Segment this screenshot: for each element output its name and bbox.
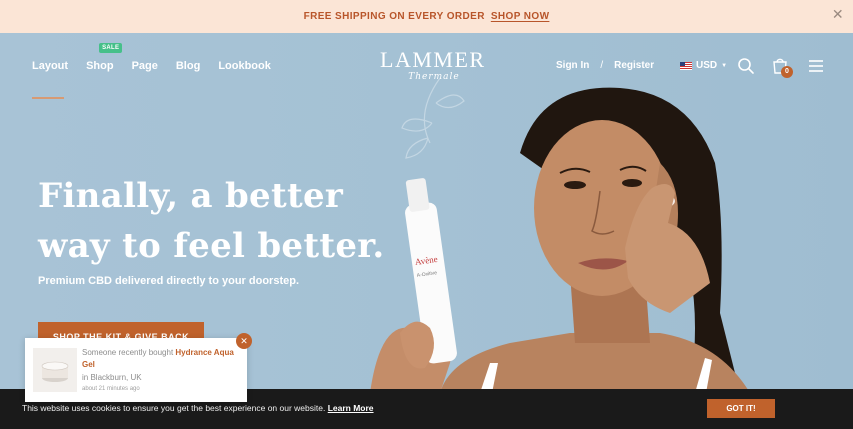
- nav-item-layout[interactable]: Layout: [32, 60, 68, 72]
- popup-location: in Blackburn, UK: [82, 373, 142, 382]
- nav-item-page[interactable]: Page: [132, 60, 158, 72]
- account-separator: /: [600, 60, 604, 71]
- cookie-text: This website uses cookies to ensure you …: [22, 403, 326, 413]
- sign-in-link[interactable]: Sign In: [556, 60, 589, 71]
- currency-label: USD: [696, 60, 718, 71]
- leaf-decoration: [401, 77, 465, 159]
- product-thumbnail: [33, 348, 77, 392]
- popup-message: Someone recently bought Hydrance Aqua Ge…: [82, 347, 242, 371]
- us-flag-icon: [680, 61, 692, 70]
- nav-item-shop-label: Shop: [86, 60, 114, 72]
- chevron-down-icon: ▼: [721, 62, 728, 69]
- menu-icon[interactable]: [807, 57, 825, 75]
- nav-item-lookbook[interactable]: Lookbook: [218, 60, 271, 72]
- nav-active-indicator: [32, 97, 64, 99]
- hero-model-image: Avène A-Oxitive: [370, 77, 748, 389]
- account-links: Sign In / Register: [556, 60, 654, 71]
- hero-headline: Finally, a better way to feel better.: [38, 171, 398, 271]
- popup-time: about 21 minutes ago: [82, 386, 140, 392]
- logo-main: LAMMER: [380, 47, 486, 72]
- learn-more-link[interactable]: Learn More: [328, 403, 374, 413]
- main-nav: Layout Shop SALE Page Blog Lookbook: [32, 43, 271, 72]
- recent-purchase-popup[interactable]: Someone recently bought Hydrance Aqua Ge…: [25, 338, 247, 402]
- close-icon[interactable]: ✕: [831, 7, 845, 21]
- popup-close-icon[interactable]: ✕: [236, 333, 252, 349]
- announcement-text: FREE SHIPPING ON EVERY ORDER: [303, 11, 485, 22]
- headline-line-1: Finally, a better: [38, 176, 344, 216]
- nav-item-blog[interactable]: Blog: [176, 60, 200, 72]
- cookie-accept-button[interactable]: GOT IT!: [707, 399, 775, 418]
- cookie-message: This website uses cookies to ensure you …: [22, 403, 374, 413]
- sale-badge: SALE: [99, 43, 123, 53]
- shop-now-link[interactable]: SHOP NOW: [491, 11, 550, 22]
- currency-selector[interactable]: USD ▼: [680, 60, 727, 71]
- announcement-bar: FREE SHIPPING ON EVERY ORDER SHOP NOW ✕: [0, 0, 853, 33]
- headline-line-2: way to feel better.: [38, 226, 385, 266]
- register-link[interactable]: Register: [614, 60, 654, 71]
- hero-section: Layout Shop SALE Page Blog Lookbook LAMM…: [0, 33, 853, 389]
- hero-subline: Premium CBD delivered directly to your d…: [38, 275, 300, 287]
- nav-item-shop[interactable]: Shop SALE: [86, 43, 123, 72]
- popup-prefix: Someone recently bought: [82, 348, 174, 357]
